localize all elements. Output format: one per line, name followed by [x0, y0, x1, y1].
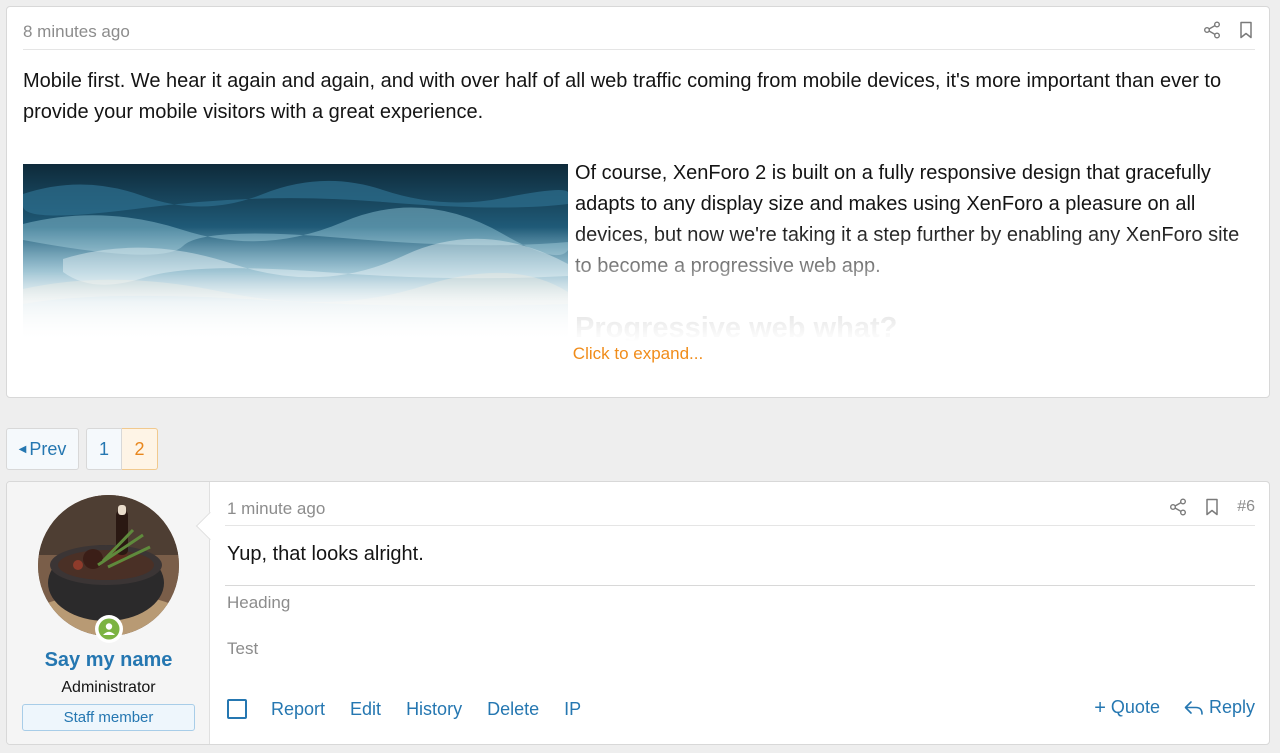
share-icon[interactable] — [1203, 20, 1221, 40]
staff-member-badge: Staff member — [22, 704, 195, 731]
quoted-article-block: 8 minutes ago Mobile first. We hear it a… — [6, 6, 1270, 398]
bookmark-icon[interactable] — [1203, 497, 1221, 517]
post-header-actions: #6 — [1169, 497, 1255, 517]
pagination-page-1[interactable]: 1 — [86, 428, 122, 470]
post-main-cell: 1 minute ago #6 Yup, that looks alright.… — [225, 482, 1255, 744]
post-body-text: Yup, that looks alright. — [227, 543, 424, 565]
signature-heading: Heading — [227, 593, 291, 612]
edit-link[interactable]: Edit — [350, 699, 381, 720]
post-footer: Report Edit History Delete IP + Quote Re… — [225, 695, 1255, 723]
signature-divider — [225, 585, 1255, 586]
post-select-checkbox[interactable] — [227, 699, 247, 719]
post-timestamp[interactable]: 1 minute ago — [227, 499, 325, 519]
pagination: ◀ Prev 1 2 — [6, 428, 158, 470]
reply-button[interactable]: Reply — [1184, 697, 1255, 718]
online-status-icon — [95, 615, 123, 643]
ocean-waves-image — [23, 164, 568, 344]
quote-paragraph-responsive: Of course, XenForo 2 is built on a fully… — [575, 162, 1240, 277]
pagination-page-2-current[interactable]: 2 — [122, 428, 158, 470]
share-icon[interactable] — [1169, 497, 1187, 517]
post-user-cell: Say my name Administrator Staff member — [7, 482, 210, 744]
quote-button[interactable]: + Quote — [1094, 697, 1160, 718]
post-message: Say my name Administrator Staff member 1… — [6, 481, 1270, 745]
post-reply-actions: + Quote Reply — [1094, 697, 1255, 718]
quote-button-label: Quote — [1110, 697, 1160, 717]
quote-actions — [1203, 20, 1255, 40]
click-to-expand-link[interactable]: Click to expand... — [7, 344, 1269, 364]
reply-button-label: Reply — [1208, 697, 1255, 717]
user-title: Administrator — [61, 679, 156, 696]
ip-link[interactable]: IP — [564, 699, 581, 720]
chevron-left-icon: ◀ — [18, 443, 27, 455]
quote-paragraph-intro: Mobile first. We hear it again and again… — [23, 70, 1222, 123]
quote-timestamp[interactable]: 8 minutes ago — [23, 22, 130, 42]
reply-arrow-icon — [1184, 700, 1203, 715]
quote-section-heading: Progressive web what? — [575, 312, 898, 344]
bookmark-icon[interactable] — [1237, 20, 1255, 40]
pagination-pages: 1 2 — [86, 428, 158, 470]
username-link[interactable]: Say my name — [7, 649, 210, 672]
report-link[interactable]: Report — [271, 699, 325, 720]
post-action-links: Report Edit History Delete IP — [271, 699, 581, 720]
quote-header: 8 minutes ago — [23, 7, 1255, 50]
history-link[interactable]: History — [406, 699, 462, 720]
post-number-link[interactable]: #6 — [1237, 498, 1255, 516]
pagination-prev-label: Prev — [29, 438, 67, 459]
post-header: 1 minute ago #6 — [225, 482, 1255, 526]
plus-icon: + — [1094, 696, 1106, 719]
signature-text: Test — [227, 639, 259, 658]
delete-link[interactable]: Delete — [487, 699, 539, 720]
pagination-prev-button[interactable]: ◀ Prev — [6, 428, 79, 470]
